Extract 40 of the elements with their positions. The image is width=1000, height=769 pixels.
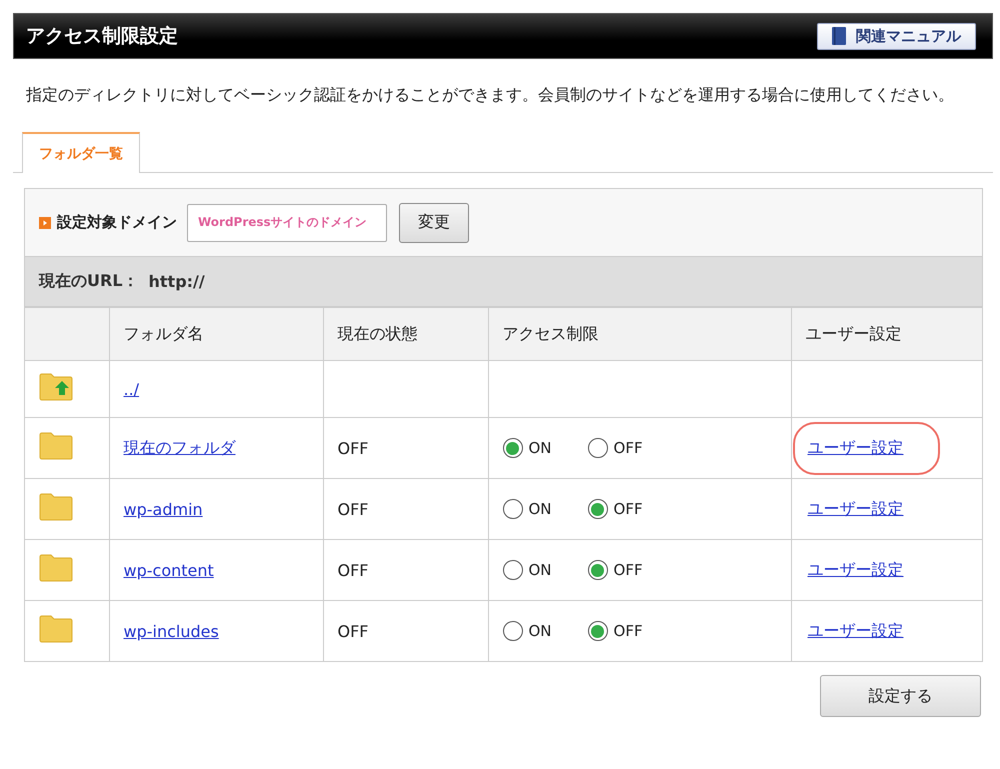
on-radio[interactable]: ON (502, 560, 552, 580)
change-button[interactable]: 変更 (399, 202, 469, 242)
folder-link[interactable]: wp-admin (124, 500, 203, 518)
on-radio[interactable]: ON (502, 438, 552, 458)
folder-link[interactable]: ../ (124, 380, 140, 398)
url-value: http:// (148, 272, 205, 291)
user-settings-link[interactable]: ユーザー設定 (808, 438, 904, 456)
folder-icon (39, 493, 73, 521)
bullet-icon (39, 216, 51, 228)
column-header: アクセス制限 (488, 308, 791, 360)
off-radio[interactable]: OFF (588, 438, 643, 458)
off-radio[interactable]: OFF (588, 560, 643, 580)
folder-icon (39, 554, 73, 582)
user-settings-link[interactable]: ユーザー設定 (808, 498, 904, 518)
manual-button[interactable]: 関連マニュアル (817, 22, 976, 50)
url-label: 現在のURL： (39, 271, 139, 292)
folder-up-icon (39, 373, 73, 401)
description-text: 指定のディレクトリに対してベーシック認証をかけることができます。会員制のサイトなどを運用する場合に使用してください。 (26, 84, 955, 106)
status-text: OFF (338, 622, 368, 640)
status-text: OFF (338, 500, 368, 518)
user-settings-link[interactable]: ユーザー設定 (808, 620, 904, 640)
page-title: アクセス制限設定 (26, 24, 178, 49)
status-text: OFF (338, 438, 368, 458)
off-radio[interactable]: OFF (588, 621, 643, 641)
column-header: 現在の状態 (323, 308, 488, 360)
folder-link[interactable]: 現在のフォルダ (124, 438, 236, 456)
book-icon (832, 27, 846, 45)
on-radio[interactable]: ON (502, 621, 552, 641)
folder-icon (39, 432, 73, 460)
domain-label: 設定対象ドメイン (57, 213, 177, 232)
folder-icon (39, 615, 73, 643)
status-text: OFF (338, 560, 368, 580)
column-header: フォルダ名 (109, 308, 323, 360)
column-header: ユーザー設定 (791, 308, 982, 360)
user-settings-link[interactable]: ユーザー設定 (808, 560, 904, 578)
folder-link[interactable]: wp-content (124, 560, 214, 580)
on-radio[interactable]: ON (502, 499, 552, 519)
off-radio[interactable]: OFF (588, 499, 643, 519)
submit-button[interactable]: 設定する (820, 675, 981, 717)
folder-link[interactable]: wp-includes (124, 622, 219, 640)
